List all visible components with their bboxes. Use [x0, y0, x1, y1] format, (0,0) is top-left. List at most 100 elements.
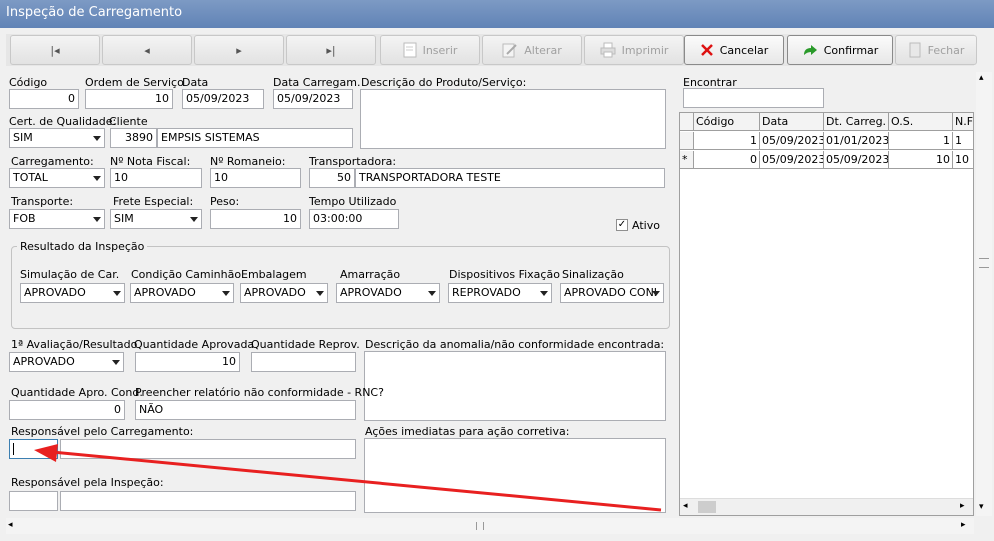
qtd-cond-field[interactable]: 0: [9, 400, 125, 420]
transportadora-code-field[interactable]: 50: [309, 168, 355, 188]
data-carreg-field[interactable]: 05/09/2023: [273, 89, 353, 109]
scroll-grip-icon: [476, 522, 484, 530]
close-icon: [700, 44, 713, 56]
qtd-reprov-field[interactable]: [251, 352, 356, 372]
records-grid[interactable]: Código Data Dt. Carreg. O.S. N.F 1 05/09…: [679, 112, 974, 516]
chevron-down-icon: [428, 291, 436, 296]
scroll-right-icon: ▸: [960, 501, 965, 511]
resp-carreg-label: Responsável pelo Carregamento:: [11, 425, 194, 438]
grid-header-os[interactable]: O.S.: [889, 113, 953, 131]
primeira-select[interactable]: APROVADO: [9, 352, 124, 372]
confirm-button[interactable]: Confirmar: [787, 35, 893, 65]
grid-cell[interactable]: 05/09/2023: [760, 151, 824, 169]
descricao-label: Descrição do Produto/Serviço:: [361, 76, 527, 89]
grid-cell[interactable]: 10: [953, 151, 973, 169]
amarracao-select[interactable]: APROVADO: [336, 283, 440, 303]
insert-button[interactable]: Inserir: [380, 35, 480, 65]
vertical-scrollbar[interactable]: ▴ ▾: [976, 72, 992, 516]
grid-corner: [680, 113, 694, 131]
frete-select[interactable]: SIM: [110, 209, 202, 229]
prev-icon: ◂: [144, 43, 150, 57]
cert-label: Cert. de Qualidade:: [9, 115, 117, 128]
ativo-label: Ativo: [632, 219, 660, 232]
resp-carreg-name-field[interactable]: [60, 439, 356, 459]
romaneio-field[interactable]: 10: [210, 168, 301, 188]
tempo-field[interactable]: 03:00:00: [309, 209, 399, 229]
resp-insp-label: Responsável pela Inspeção:: [11, 476, 164, 489]
edit-button[interactable]: Alterar: [482, 35, 582, 65]
codigo-field[interactable]: 0: [9, 89, 79, 109]
cert-select[interactable]: SIM: [9, 128, 105, 148]
peso-label: Peso:: [210, 195, 240, 208]
qtd-aprovada-label: Quantidade Aprovada: [134, 338, 255, 351]
cliente-label: Cliente: [109, 115, 148, 128]
data-label: Data: [182, 76, 209, 89]
first-record-button[interactable]: |◂: [10, 35, 100, 65]
grid-cell[interactable]: 05/09/2023: [760, 132, 824, 150]
resp-insp-code-field[interactable]: [9, 491, 58, 511]
grid-cell[interactable]: 10: [889, 151, 953, 169]
grid-hscrollbar[interactable]: ◂ ▸: [680, 498, 973, 515]
text-cursor: [13, 443, 14, 455]
transporte-select[interactable]: FOB: [9, 209, 105, 229]
grid-header-data[interactable]: Data: [760, 113, 824, 131]
acoes-textarea[interactable]: [364, 438, 666, 513]
chevron-down-icon: [222, 291, 230, 296]
grid-cell[interactable]: 05/09/2023: [824, 151, 889, 169]
carregamento-select[interactable]: TOTAL: [9, 168, 105, 188]
grid-header-codigo[interactable]: Código: [694, 113, 760, 131]
grid-cell[interactable]: 1: [889, 132, 953, 150]
encontrar-input[interactable]: [683, 88, 824, 108]
qtd-aprovada-field[interactable]: 10: [135, 352, 240, 372]
sinalizacao-label: Sinalização: [562, 268, 624, 281]
embalagem-value: APROVADO: [244, 286, 306, 299]
grid-cell[interactable]: 1: [694, 132, 760, 150]
data-field[interactable]: 05/09/2023: [182, 89, 264, 109]
grid-header-dtcarreg[interactable]: Dt. Carreg.: [824, 113, 889, 131]
grid-cell[interactable]: 01/01/2023: [824, 132, 889, 150]
scroll-down-icon: ▾: [979, 502, 984, 512]
prev-record-button[interactable]: ◂: [102, 35, 192, 65]
chevron-down-icon: [93, 217, 101, 222]
simulacao-select[interactable]: APROVADO: [20, 283, 125, 303]
descricao-textarea[interactable]: [360, 89, 666, 149]
ativo-checkbox[interactable]: ✓: [616, 219, 628, 231]
ordem-field[interactable]: 10: [85, 89, 173, 109]
sinalizacao-select[interactable]: APROVADO CONI: [560, 283, 664, 303]
resultado-title: Resultado da Inspeção: [17, 240, 148, 253]
close-button[interactable]: Fechar: [895, 35, 977, 65]
dispositivos-select[interactable]: REPROVADO: [448, 283, 552, 303]
embalagem-select[interactable]: APROVADO: [240, 283, 328, 303]
grid-scroll-thumb[interactable]: [698, 501, 716, 513]
confirm-label: Confirmar: [823, 43, 879, 57]
condicao-select[interactable]: APROVADO: [130, 283, 234, 303]
resp-carreg-code-field[interactable]: [9, 439, 58, 459]
nota-field[interactable]: 10: [110, 168, 202, 188]
next-record-button[interactable]: ▸: [194, 35, 284, 65]
dispositivos-label: Dispositivos Fixação: [449, 268, 560, 281]
transporte-label: Transporte:: [11, 195, 74, 208]
horizontal-scrollbar[interactable]: ◂ ▸: [6, 518, 974, 534]
rnc-field[interactable]: NÃO: [135, 400, 356, 420]
anomalia-textarea[interactable]: [364, 351, 666, 421]
codigo-label: Código: [9, 76, 48, 89]
qtd-cond-label: Quantidade Apro. Cond.: [11, 386, 143, 399]
grid-cell[interactable]: 1: [953, 132, 973, 150]
document-icon: [403, 42, 417, 58]
cliente-code-field[interactable]: 3890: [110, 128, 157, 148]
transportadora-label: Transportadora:: [309, 155, 397, 168]
peso-field[interactable]: 10: [210, 209, 301, 229]
simulacao-label: Simulação de Car.: [20, 268, 120, 281]
last-record-button[interactable]: ▸|: [286, 35, 376, 65]
cancel-button[interactable]: Cancelar: [684, 35, 784, 65]
grid-header-nf[interactable]: N.F: [953, 113, 973, 131]
row-indicator: [680, 132, 694, 150]
chevron-down-icon: [93, 136, 101, 141]
print-button[interactable]: Imprimir: [584, 35, 684, 65]
nota-label: Nº Nota Fiscal:: [110, 155, 191, 168]
resp-insp-name-field[interactable]: [60, 491, 356, 511]
transportadora-name-field[interactable]: TRANSPORTADORA TESTE: [355, 168, 665, 188]
cliente-name-field[interactable]: EMPSIS SISTEMAS: [157, 128, 353, 148]
condicao-value: APROVADO: [134, 286, 196, 299]
grid-cell[interactable]: 0: [694, 151, 760, 169]
